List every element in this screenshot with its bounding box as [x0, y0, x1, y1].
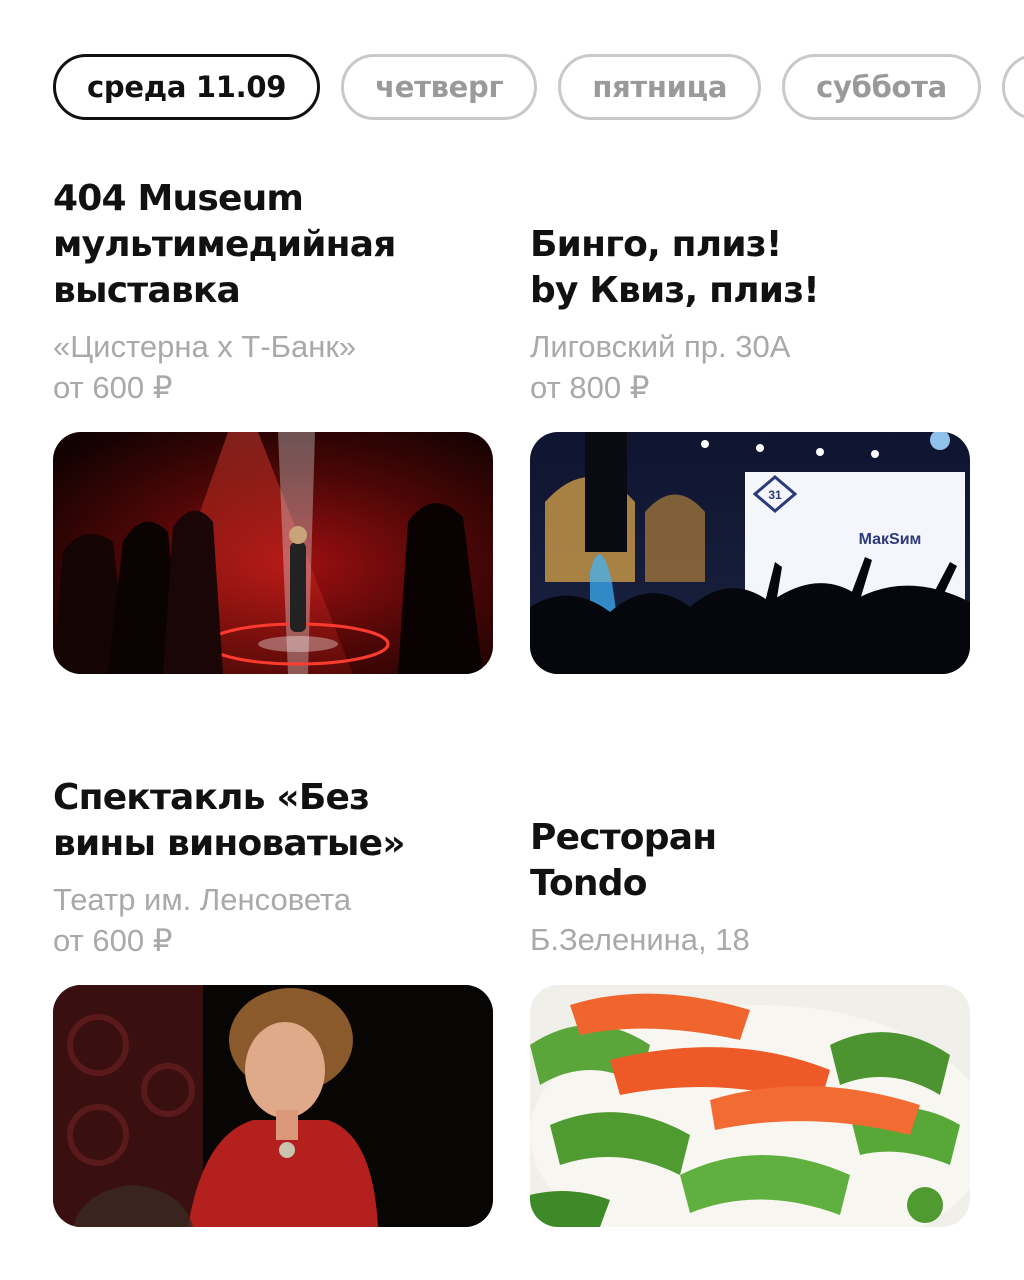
event-details: Театр им. Ленсовета от 600 ₽: [53, 879, 493, 961]
concert-crowd-stage-photo[interactable]: 31 МакSим: [530, 432, 970, 674]
tab-sunday[interactable]: [1001, 54, 1024, 120]
tab-wednesday[interactable]: среда 11.09: [53, 54, 321, 120]
event-details: Б.Зеленина, 18: [530, 919, 970, 960]
events-page: среда 11.09 четверг пятница суббота 404 …: [0, 0, 1024, 1280]
event-card-404-museum[interactable]: 404 Museum мультимедийная выставка «Цист…: [53, 176, 493, 408]
event-details: Лиговский пр. 30А от 800 ₽: [530, 326, 970, 408]
event-details: «Цистерна х Т-Банк» от 600 ₽: [53, 326, 493, 408]
exhibition-red-laser-photo[interactable]: [53, 432, 493, 674]
svg-text:31: 31: [768, 488, 782, 502]
event-venue: Театр им. Ленсовета: [53, 882, 352, 917]
tab-saturday[interactable]: суббота: [782, 54, 981, 120]
event-venue: «Цистерна х Т-Банк»: [53, 329, 357, 364]
svg-text:МакSим: МакSим: [859, 531, 922, 548]
event-title: Бинго, плиз! by Квиз, плиз!: [530, 224, 820, 311]
event-price: от 800 ₽: [530, 370, 650, 405]
tab-friday[interactable]: пятница: [558, 54, 762, 120]
event-price: от 600 ₽: [53, 370, 173, 405]
tab-thursday[interactable]: четверг: [341, 54, 538, 120]
event-title: 404 Museum мультимедийная выставка: [53, 178, 396, 311]
event-price: от 600 ₽: [53, 923, 173, 958]
event-venue: Б.Зеленина, 18: [530, 922, 750, 957]
salmon-pasta-dish-photo[interactable]: [530, 985, 970, 1227]
event-card-bingo[interactable]: Бинго, плиз! by Квиз, плиз! Лиговский пр…: [530, 222, 970, 408]
actress-red-dress-photo[interactable]: [53, 985, 493, 1227]
event-title: Ресторан Tondo: [530, 817, 717, 904]
event-card-tondo[interactable]: Ресторан Tondo Б.Зеленина, 18: [530, 815, 970, 960]
day-tabs: среда 11.09 четверг пятница суббота: [53, 54, 1024, 120]
event-card-play[interactable]: Спектакль «Без вины виноватые» Театр им.…: [53, 775, 493, 961]
event-title: Спектакль «Без вины виноватые»: [53, 777, 406, 864]
event-venue: Лиговский пр. 30А: [530, 329, 791, 364]
